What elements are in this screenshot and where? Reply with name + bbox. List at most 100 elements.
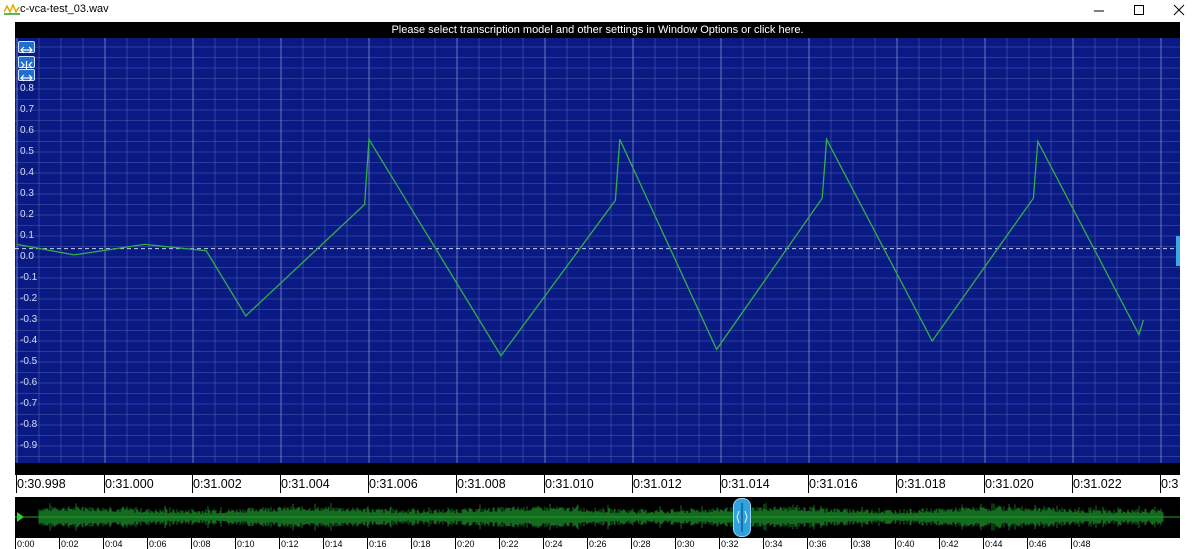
amplitude-tick-label: -0.7 xyxy=(20,398,38,409)
overview-tick xyxy=(15,538,16,549)
overview-time-label: 0:26 xyxy=(589,539,607,549)
overview-time-label: 0:08 xyxy=(193,539,211,549)
overview-time-label: 0:48 xyxy=(1073,539,1091,549)
amplitude-tick-label: 0.3 xyxy=(20,188,34,199)
play-position-marker xyxy=(17,512,24,522)
overview-time-label: 0:36 xyxy=(809,539,827,549)
overview-time-label: 0:14 xyxy=(325,539,343,549)
overview-tick xyxy=(411,538,412,549)
overview-time-label: 0:30 xyxy=(677,539,695,549)
amplitude-tick-label: -0.6 xyxy=(20,377,38,388)
amplitude-tick-label: 0.0 xyxy=(20,251,34,262)
close-icon xyxy=(1173,4,1185,16)
time-ruler-label: 0:31.010 xyxy=(545,477,594,491)
time-ruler-label: 0:31.018 xyxy=(897,477,946,491)
overview-time-label: 0:34 xyxy=(765,539,783,549)
amplitude-tick-label: -0.9 xyxy=(20,440,38,451)
overview-time-label: 0:12 xyxy=(281,539,299,549)
overview-time-label: 0:02 xyxy=(61,539,79,549)
overview-tick xyxy=(59,538,60,549)
overview-tick xyxy=(895,538,896,549)
overview-time-label: 0:00 xyxy=(17,539,35,549)
drag-handle-icon xyxy=(736,503,748,532)
time-ruler-label: 0:31.000 xyxy=(105,477,154,491)
overview-time-label: 0:06 xyxy=(149,539,167,549)
close-button[interactable] xyxy=(1162,0,1196,20)
overview-tick xyxy=(367,538,368,549)
overview-time-label: 0:04 xyxy=(105,539,123,549)
overview-tick xyxy=(587,538,588,549)
overview-tick xyxy=(323,538,324,549)
overview-tick xyxy=(235,538,236,549)
vertical-scroll-handle[interactable] xyxy=(1176,236,1180,266)
overview-tick xyxy=(279,538,280,549)
maximize-button[interactable] xyxy=(1122,0,1156,20)
waveform-panel[interactable]: 0.8 0.7 0.6 0.5 0.4 0.3 0.2 0.1 0.0 -0.1 -0.2 -0.3 -… xyxy=(15,38,1180,463)
settings-notice-bar[interactable]: Please select transcription model and ot… xyxy=(15,22,1180,38)
overview-tick xyxy=(631,538,632,549)
zoom-in-button[interactable] xyxy=(18,69,35,82)
amplitude-tick-label: 0.5 xyxy=(20,146,34,157)
amplitude-tick-label: 0.1 xyxy=(20,230,34,241)
overview-time-label: 0:46 xyxy=(1029,539,1047,549)
overview-tick xyxy=(719,538,720,549)
overview-tick xyxy=(983,538,984,549)
overview-time-label: 0:32 xyxy=(721,539,739,549)
overview-tick xyxy=(1071,538,1072,549)
overview-waveform[interactable] xyxy=(15,497,1180,538)
overview-time-label: 0:10 xyxy=(237,539,255,549)
time-ruler-label: 0:31.006 xyxy=(369,477,418,491)
overview-tick xyxy=(1027,538,1028,549)
overview-time-label: 0:22 xyxy=(501,539,519,549)
overview-time-label: 0:20 xyxy=(457,539,475,549)
maximize-icon xyxy=(1134,5,1144,15)
overview-position-handle[interactable] xyxy=(733,498,751,537)
zoom-in-icon xyxy=(20,74,33,82)
time-ruler-label: 0:3 xyxy=(1161,477,1179,491)
zoom-out-button[interactable] xyxy=(18,56,35,69)
window-title: c-vca-test_03.wav xyxy=(20,3,109,15)
amplitude-tick-label: -0.3 xyxy=(20,314,38,325)
minimize-icon xyxy=(1094,10,1104,12)
overview-tick xyxy=(147,538,148,549)
overview-tick xyxy=(939,538,940,549)
time-ruler-label: 0:30.998 xyxy=(17,477,66,491)
overview-tick xyxy=(191,538,192,549)
zoom-fit-button[interactable] xyxy=(18,41,35,54)
amplitude-tick-label: -0.1 xyxy=(20,272,38,283)
overview-time-label: 0:16 xyxy=(369,539,387,549)
overview-time-label: 0:18 xyxy=(413,539,431,549)
overview-tick xyxy=(455,538,456,549)
overview-tick xyxy=(543,538,544,549)
overview-waveform-canvas[interactable] xyxy=(15,497,1180,538)
amplitude-tick-label: 0.7 xyxy=(20,104,34,115)
amplitude-tick-label: 0.2 xyxy=(20,209,34,220)
waveform-app-icon xyxy=(4,3,20,15)
overview-tick xyxy=(763,538,764,549)
overview-tick xyxy=(851,538,852,549)
amplitude-tick-label: -0.4 xyxy=(20,335,38,346)
waveform-canvas[interactable] xyxy=(15,38,1180,463)
minimize-button[interactable] xyxy=(1082,0,1116,20)
waveform-trace xyxy=(16,137,1145,357)
time-ruler-label: 0:31.016 xyxy=(809,477,858,491)
time-ruler-label: 0:31.002 xyxy=(193,477,242,491)
amplitude-tick-label: 0.4 xyxy=(20,167,34,178)
time-ruler-label: 0:31.012 xyxy=(633,477,682,491)
time-ruler-label: 0:31.004 xyxy=(281,477,330,491)
overview-time-ruler: 0:00 0:02 0:04 0:06 0:08 0:10 0:12 0:14 0:16 0:18… xyxy=(15,538,1180,549)
overview-time-label: 0:42 xyxy=(941,539,959,549)
overview-time-label: 0:28 xyxy=(633,539,651,549)
time-ruler-label: 0:31.020 xyxy=(985,477,1034,491)
overview-envelope xyxy=(38,503,1164,531)
overview-tick xyxy=(103,538,104,549)
overview-tick xyxy=(807,538,808,549)
amplitude-tick-label: 0.8 xyxy=(20,83,34,94)
amplitude-tick-label: -0.8 xyxy=(20,419,38,430)
time-ruler-label: 0:31.008 xyxy=(457,477,506,491)
amplitude-tick-label: -0.5 xyxy=(20,356,38,367)
time-ruler[interactable]: 0:30.998 0:31.000 0:31.002 0:31.004 0:31.006… xyxy=(15,463,1180,493)
overview-tick xyxy=(675,538,676,549)
time-ruler-strip xyxy=(15,463,1180,475)
zoom-fit-icon xyxy=(20,46,33,54)
